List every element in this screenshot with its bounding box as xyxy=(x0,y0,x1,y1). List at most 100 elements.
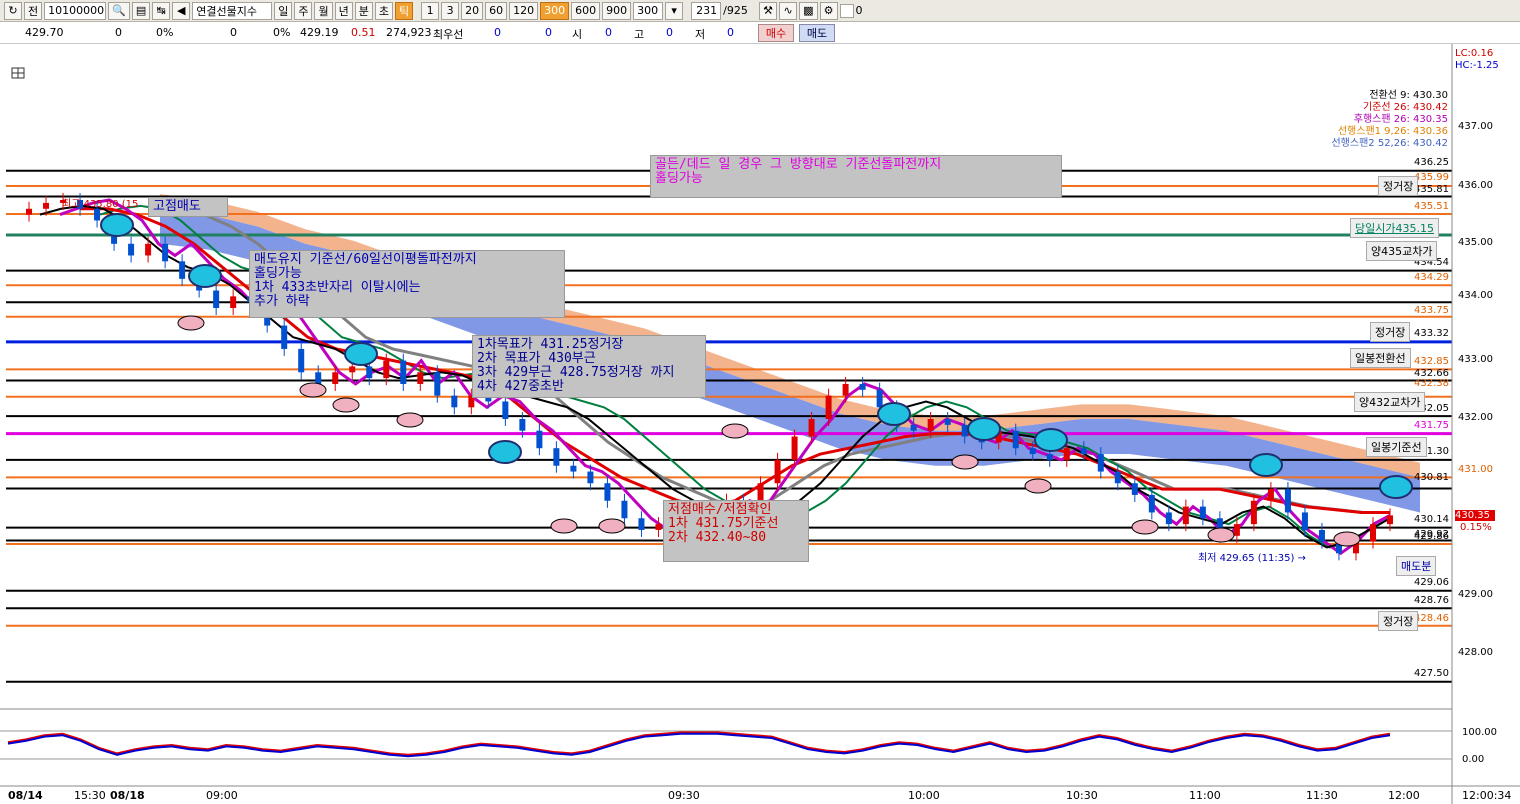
candle-body xyxy=(349,366,356,373)
note-hold-sell: 매도유지 기준선/60일선이평돌파전까지 홀딩가능 1차 433초반자리 이탈시… xyxy=(249,250,565,318)
candle-body xyxy=(1250,500,1257,525)
candle-body xyxy=(553,448,560,466)
candle-body xyxy=(1165,512,1172,525)
candle-body xyxy=(366,366,373,379)
level-label-7: 일봉기준선 xyxy=(1366,437,1427,457)
quote-high-val: 0 xyxy=(666,26,673,39)
lc-label: LC:0.16 xyxy=(1455,48,1494,59)
interval-1[interactable]: 1 xyxy=(421,1,440,20)
candle-body xyxy=(502,401,509,419)
time-label-0900: 09:00 xyxy=(206,789,238,802)
candle-body xyxy=(638,518,645,530)
price-tick-label: 434.00 xyxy=(1458,290,1493,301)
level-label-8: 매도분 xyxy=(1396,556,1437,576)
code-input[interactable]: 10100000 xyxy=(44,1,107,20)
ind-axis-0: 0.00 xyxy=(1462,754,1485,765)
sell-button[interactable]: 매도 xyxy=(799,24,835,42)
time-label-0930: 09:30 xyxy=(668,789,700,802)
interval-20[interactable]: 20 xyxy=(461,1,484,20)
interval-600[interactable]: 600 xyxy=(571,1,601,20)
price-tick-label: 430.81 xyxy=(1414,472,1449,483)
interval-3[interactable]: 3 xyxy=(441,1,460,20)
quote-best-label: 최우선 xyxy=(433,28,464,41)
toolbar: ↻ 전 10100000 🔍 ▤ ↹ ◀ 연결선물지수 일 주 월 년 분 초 … xyxy=(0,0,1520,22)
price-tick-label: 433.75 xyxy=(1414,305,1449,316)
quote-open-val: 0 xyxy=(605,26,612,39)
interval-60[interactable]: 60 xyxy=(485,1,508,20)
price-tick-label: 430.35 xyxy=(1455,510,1495,521)
candle-body xyxy=(417,372,424,384)
price-tick-label: 433.00 xyxy=(1458,354,1493,365)
candle-body xyxy=(400,360,407,384)
candle-body xyxy=(961,424,968,437)
period-day[interactable]: 일 xyxy=(274,1,293,20)
interval-900[interactable]: 900 xyxy=(602,1,632,20)
period-year[interactable]: 년 xyxy=(334,1,353,20)
interval-select[interactable]: 300 xyxy=(633,1,664,20)
candle-body xyxy=(298,348,305,373)
checkbox[interactable] xyxy=(839,3,854,18)
sound-icon[interactable]: ◀ xyxy=(172,1,191,20)
candle-body xyxy=(1012,430,1019,449)
refresh-icon[interactable]: ↻ xyxy=(4,1,22,20)
chart-icon[interactable]: ∿ xyxy=(779,1,798,20)
price-tick-label: 431.75 xyxy=(1414,420,1449,431)
candle-body xyxy=(655,524,662,530)
period-tick[interactable]: 틱 xyxy=(394,1,414,20)
period-month[interactable]: 월 xyxy=(314,1,333,20)
signal-marker-cyan xyxy=(100,213,134,237)
candle-body xyxy=(1114,471,1121,484)
signal-marker-cyan xyxy=(188,264,222,288)
candle-body xyxy=(910,424,917,431)
price-tick-label: 432.85 xyxy=(1414,356,1449,367)
quote-volume: 274,923 xyxy=(386,26,432,39)
candle-body xyxy=(604,483,611,501)
candle-body xyxy=(94,208,101,221)
save-icon[interactable]: ▩ xyxy=(799,1,818,20)
period-second[interactable]: 초 xyxy=(374,1,393,20)
candle-body xyxy=(1046,454,1053,460)
price-tick-label: 429.00 xyxy=(1458,589,1493,600)
candle-body xyxy=(1318,529,1325,542)
time-label-0814: 08/14 xyxy=(8,789,43,802)
price-tick-label: 428.00 xyxy=(1458,647,1493,658)
signal-marker-pink xyxy=(1333,531,1361,547)
period-minute[interactable]: 분 xyxy=(354,1,373,20)
gear-icon[interactable]: ⚙ xyxy=(819,1,838,20)
signal-marker-pink xyxy=(299,382,327,398)
tools-icon[interactable]: ⚒ xyxy=(759,1,778,20)
candle-body xyxy=(179,261,186,279)
price-tick-label: 432.38 xyxy=(1414,378,1449,389)
chevron-down-icon[interactable]: ▾ xyxy=(665,1,684,20)
count-input[interactable]: 231 xyxy=(691,1,722,20)
quote-v2: 0 xyxy=(230,26,237,39)
search-icon[interactable]: 🔍 xyxy=(108,1,130,20)
signal-marker-cyan xyxy=(1249,453,1283,477)
hc-label: HC:-1.25 xyxy=(1455,60,1499,71)
quote-b1: 0 xyxy=(494,26,501,39)
candle-body xyxy=(1063,448,1070,460)
candle-body xyxy=(842,383,849,396)
instrument-field[interactable]: 연결선물지수 xyxy=(192,1,273,20)
copy-icon[interactable]: ▤ xyxy=(131,1,151,20)
signal-marker-pink xyxy=(396,412,424,428)
candle-body xyxy=(1029,448,1036,455)
candle-body xyxy=(451,395,458,408)
price-tick-label: 429.86 xyxy=(1414,531,1449,542)
buy-button[interactable]: 매수 xyxy=(758,24,794,42)
candle-body xyxy=(128,243,135,256)
signal-marker-pink xyxy=(1024,478,1052,494)
price-tick-label: 431.00 xyxy=(1458,464,1493,475)
candle-body xyxy=(1080,448,1087,455)
arrow-icon[interactable]: ↹ xyxy=(152,1,171,20)
price-tick-label: 437.00 xyxy=(1458,121,1493,132)
signal-marker-pink xyxy=(951,454,979,470)
candle-body xyxy=(434,372,441,396)
interval-300[interactable]: 300 xyxy=(540,1,570,20)
period-label[interactable]: 전 xyxy=(24,1,43,20)
interval-120[interactable]: 120 xyxy=(509,1,539,20)
candle-body xyxy=(1267,489,1274,501)
period-week[interactable]: 주 xyxy=(294,1,313,20)
note-bottom-buy: 저점매수/저점확인 1차 431.75기준선 2차 432.40~80 xyxy=(663,500,809,562)
candle-body xyxy=(213,290,220,309)
